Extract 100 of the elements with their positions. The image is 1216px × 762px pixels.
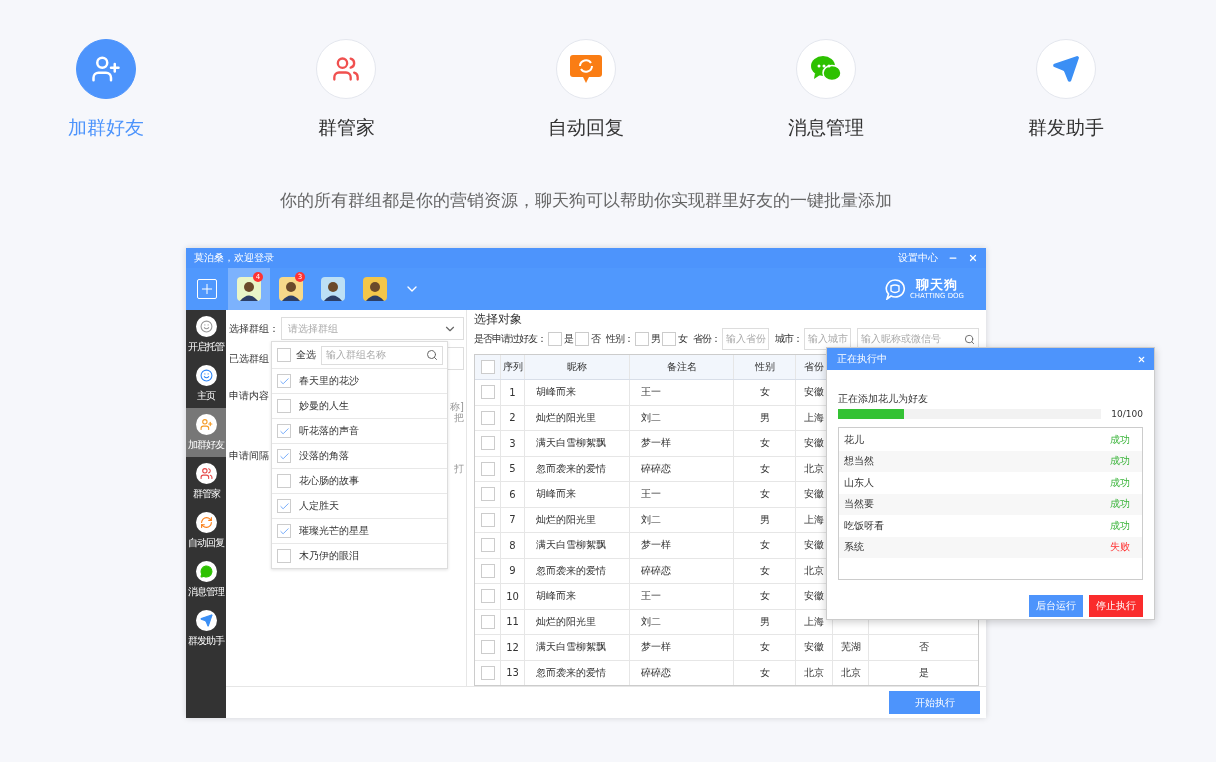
stop-button[interactable]: 停止执行 <box>1089 595 1143 617</box>
feature-tab[interactable]: 群发助手 <box>946 39 1186 139</box>
table-cell: 5 <box>509 463 516 475</box>
table-cell: 上海 <box>804 614 824 629</box>
field-label: 申请间隔 <box>229 449 269 463</box>
sidebar-item[interactable]: 自动回复 <box>186 506 226 555</box>
paper-plane-icon <box>199 613 213 627</box>
table-cell: 北京 <box>840 665 861 680</box>
checkbox[interactable] <box>548 332 562 346</box>
checkbox[interactable] <box>480 512 495 527</box>
friend-name: 想当然 <box>844 454 874 469</box>
checkbox[interactable] <box>277 449 291 463</box>
option-label: 女 <box>678 332 687 346</box>
result-status: 成功 <box>1110 497 1130 512</box>
field-label: 申请内容 <box>229 389 269 403</box>
checkbox[interactable] <box>277 524 291 538</box>
option-label: 男 <box>651 332 660 346</box>
checkbox[interactable] <box>480 614 495 629</box>
table-cell: 梦一样 <box>641 640 671 655</box>
table-cell: 芜湖 <box>840 640 861 655</box>
user-plus-icon <box>91 54 121 84</box>
sidebar-item[interactable]: 加群好友 <box>186 408 226 457</box>
checkbox[interactable] <box>662 332 676 346</box>
chat-icon <box>199 564 213 578</box>
table-cell: 满天白雪柳絮飘 <box>536 640 606 655</box>
friend-name: 当然要 <box>844 497 874 512</box>
group-name[interactable]: 春天里的花沙 <box>299 374 359 388</box>
column-header: 备注名 <box>666 360 697 374</box>
checkbox[interactable] <box>480 360 495 374</box>
result-status: 成功 <box>1110 454 1130 469</box>
checkbox[interactable] <box>480 665 495 680</box>
feature-tab[interactable]: 消息管理 <box>706 39 946 139</box>
group-name[interactable]: 妙曼的人生 <box>299 399 349 413</box>
progress-count: 10/100 <box>1111 409 1143 419</box>
table-cell: 碎碎恋 <box>641 563 671 578</box>
search-icon <box>964 333 975 345</box>
checkbox[interactable] <box>277 348 291 362</box>
table-cell: 灿烂的阳光里 <box>536 410 596 425</box>
table-cell: 上海 <box>804 410 824 425</box>
table-cell: 女 <box>759 436 770 451</box>
table-cell: 女 <box>759 589 770 604</box>
checkbox[interactable] <box>480 538 495 553</box>
group-name[interactable]: 听花落的声音 <box>299 424 359 438</box>
checkbox[interactable] <box>277 549 291 563</box>
table-cell: 北京 <box>804 461 824 476</box>
table-cell: 否 <box>918 640 929 655</box>
friend-name: 山东人 <box>844 475 874 490</box>
checkbox[interactable] <box>480 385 495 400</box>
feature-tab[interactable]: 群管家 <box>226 39 466 139</box>
table-cell: 梦一样 <box>641 436 671 451</box>
sidebar-item[interactable]: 开启托管 <box>186 310 226 359</box>
table-cell: 上海 <box>804 512 824 527</box>
table-cell: 北京 <box>804 563 824 578</box>
refresh-icon <box>199 515 213 529</box>
group-name[interactable]: 璀璨光芒的星星 <box>299 524 369 538</box>
table-cell: 北京 <box>804 665 824 680</box>
table-cell: 女 <box>759 461 770 476</box>
checkbox[interactable] <box>480 563 495 578</box>
table-cell: 8 <box>509 539 516 551</box>
checkbox[interactable] <box>480 589 495 604</box>
text-fragment: 打 <box>454 463 464 474</box>
checkbox[interactable] <box>480 436 495 451</box>
checkbox[interactable] <box>480 487 495 502</box>
checkbox[interactable] <box>575 332 589 346</box>
group-name[interactable]: 花心肠的故事 <box>299 474 359 488</box>
checkbox[interactable] <box>277 474 291 488</box>
feature-tab[interactable]: 自动回复 <box>466 39 706 139</box>
sidebar-item[interactable]: 群管家 <box>186 457 226 506</box>
close-button[interactable] <box>968 253 978 263</box>
checkbox[interactable] <box>277 424 291 438</box>
group-name[interactable]: 人定胜天 <box>299 499 339 513</box>
group-name[interactable]: 没落的角落 <box>299 449 349 463</box>
table-cell: 女 <box>759 640 770 655</box>
table-cell: 是 <box>918 665 929 680</box>
result-status: 成功 <box>1110 475 1130 490</box>
result-status: 成功 <box>1110 432 1130 447</box>
table-cell: 12 <box>506 641 519 653</box>
table-cell: 2 <box>509 412 516 424</box>
sidebar-item[interactable]: 群发助手 <box>186 604 226 653</box>
table-cell: 王一 <box>641 385 661 400</box>
checkbox[interactable] <box>277 374 291 388</box>
group-name[interactable]: 木乃伊的眼泪 <box>299 549 359 563</box>
table-cell: 女 <box>759 538 770 553</box>
checkbox[interactable] <box>277 399 291 413</box>
sidebar-item[interactable]: 主页 <box>186 359 226 408</box>
select-all-label: 全选 <box>296 348 316 362</box>
checkbox[interactable] <box>480 410 495 425</box>
close-icon <box>1137 354 1146 364</box>
table-cell: 7 <box>509 514 516 526</box>
checkbox[interactable] <box>635 332 649 346</box>
sidebar-item[interactable]: 消息管理 <box>186 555 226 604</box>
close-button[interactable] <box>1137 354 1146 364</box>
add-button[interactable] <box>197 279 217 299</box>
table-cell: 碎碎恋 <box>641 461 671 476</box>
search-icon <box>426 349 438 361</box>
checkbox[interactable] <box>277 499 291 513</box>
checkbox[interactable] <box>480 461 495 476</box>
logo-icon <box>883 278 906 300</box>
table-cell: 灿烂的阳光里 <box>536 512 596 527</box>
checkbox[interactable] <box>480 640 495 655</box>
